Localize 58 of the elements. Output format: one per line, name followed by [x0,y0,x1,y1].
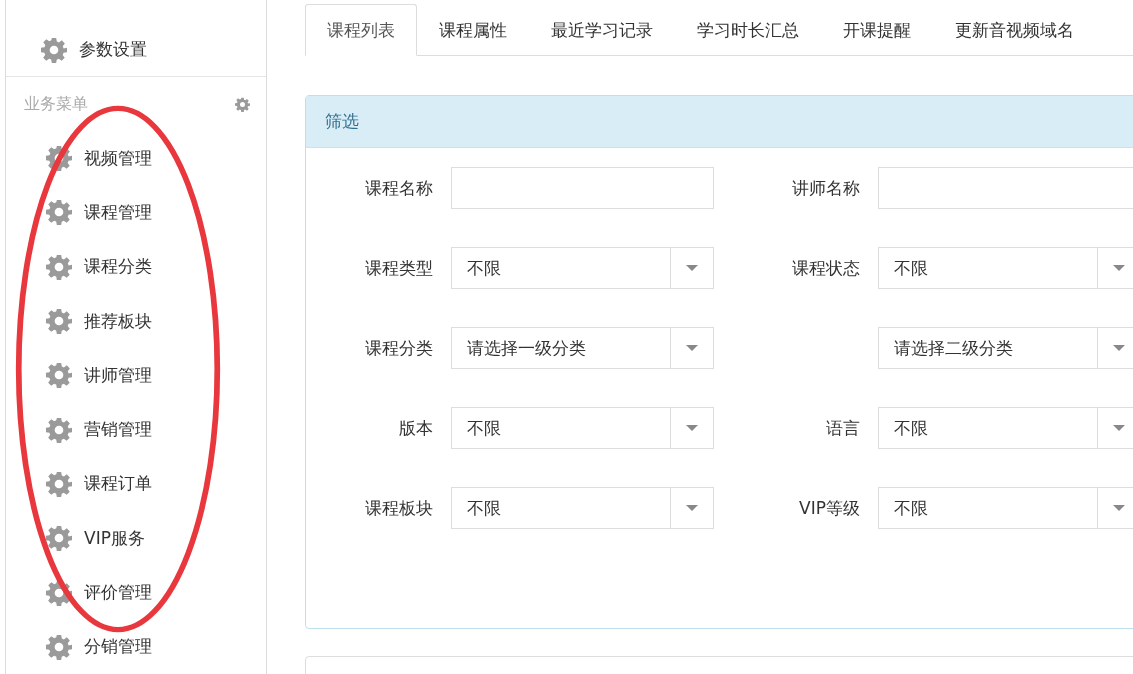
dropdown[interactable]: 请选择一级分类 [451,327,714,369]
tab[interactable]: 学习时长汇总 [675,4,821,56]
dropdown[interactable]: 不限 [878,407,1133,449]
text-field[interactable] [878,167,1133,209]
sidebar-item[interactable]: 分销管理 [6,619,266,674]
dropdown[interactable]: 不限 [451,407,714,449]
caret-icon [686,265,698,271]
gear-icon [46,253,72,280]
gear-icon [235,96,250,112]
tab[interactable]: 更新音视频域名 [933,4,1096,56]
gear-icon [46,416,72,443]
sidebar-item[interactable]: 推荐板块 [6,293,266,349]
gear-icon [46,145,72,172]
section-title: 业务菜单 [24,93,88,115]
field-label: 语言 [826,416,860,440]
sidebar-item[interactable]: 营销管理 [6,402,266,457]
field-label: VIP等级 [799,496,860,520]
sidebar-item[interactable]: 课程分类 [6,239,266,294]
sidebar-item[interactable]: VIP服务 [6,511,266,566]
dropdown[interactable]: 请选择二级分类 [878,327,1133,369]
caret-icon [1113,425,1125,431]
field-label: 课程板块 [365,496,433,520]
sidebar-item[interactable]: 参数设置 [6,22,266,77]
field-label: 课程名称 [365,176,433,200]
gear-icon [41,36,67,63]
dropdown[interactable]: 不限 [878,247,1133,289]
sidebar-item[interactable]: 课程管理 [6,185,266,240]
gear-icon [46,525,72,552]
field-label: 课程类型 [365,256,433,280]
gear-icon [46,308,72,335]
sidebar-item[interactable]: 评价管理 [6,565,266,620]
caret-icon [1113,345,1125,351]
dropdown[interactable]: 不限 [878,487,1133,529]
field-label: 课程状态 [792,256,860,280]
panel-header: 筛选 [306,96,1133,148]
sidebar-item[interactable]: 讲师管理 [6,348,266,403]
sidebar-item[interactable]: 视频管理 [6,131,266,186]
gear-icon [46,633,72,660]
dropdown[interactable]: 不限 [451,247,714,289]
gear-icon [46,579,72,606]
gear-icon [46,470,72,497]
field-label: 版本 [399,416,433,440]
tab[interactable]: 最近学习记录 [529,4,675,56]
text-field[interactable] [451,167,714,209]
tab[interactable]: 开课提醒 [821,4,933,56]
gear-icon [46,362,72,389]
caret-icon [686,505,698,511]
caret-icon [686,425,698,431]
tab[interactable]: 课程属性 [417,4,529,56]
caret-icon [1113,505,1125,511]
gear-icon [46,199,72,226]
field-label: 课程分类 [365,336,433,360]
tab[interactable]: 课程列表 [305,4,417,56]
dropdown[interactable]: 不限 [451,487,714,529]
field-label: 讲师名称 [792,176,860,200]
caret-icon [1113,265,1125,271]
sidebar-item[interactable]: 课程订单 [6,456,266,512]
caret-icon [686,345,698,351]
